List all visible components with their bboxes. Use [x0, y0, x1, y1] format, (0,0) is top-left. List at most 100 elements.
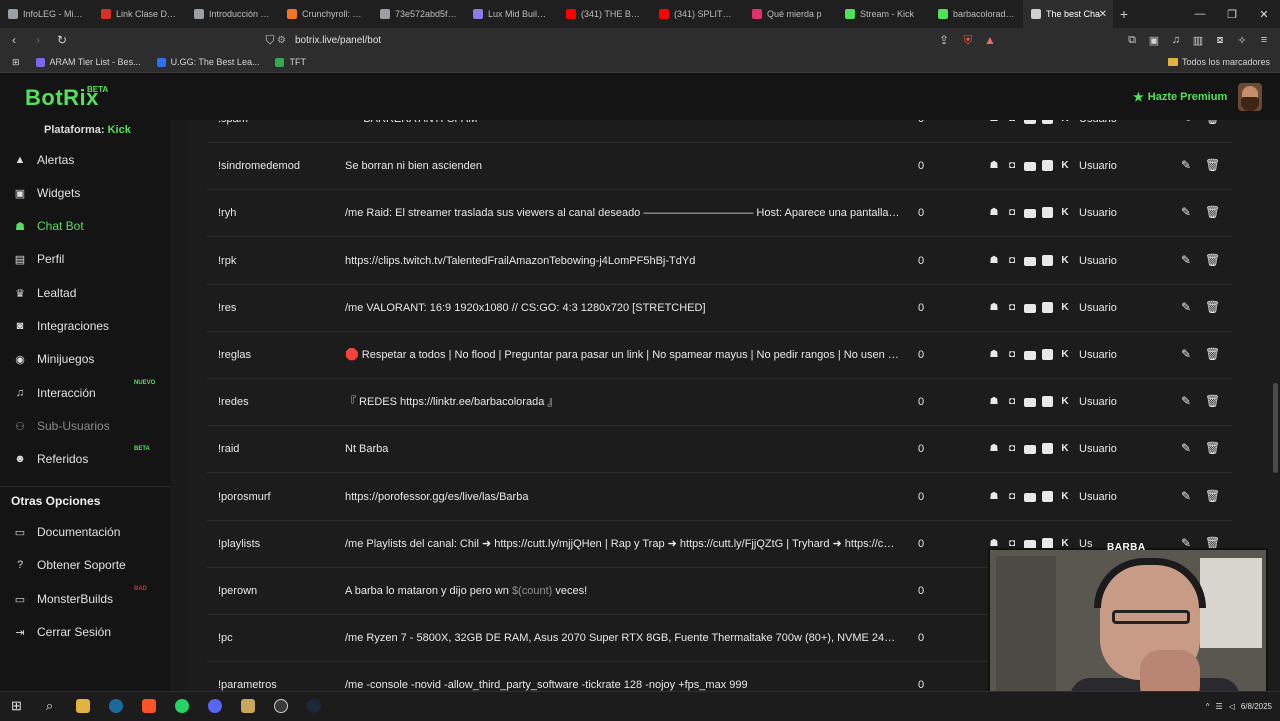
sidebar-item-minijuegos[interactable]: ◉ Minijuegos [0, 344, 170, 374]
discord-icon[interactable] [198, 692, 231, 721]
sidebar-item-lealtad[interactable]: ♛ Lealtad [0, 278, 170, 308]
browser-tab[interactable]: Introducción al D [186, 0, 279, 28]
share-icon[interactable]: ⇪ [934, 30, 954, 50]
bookmark-item[interactable]: TFT [267, 57, 314, 67]
edit-icon[interactable]: ✎ [1181, 300, 1191, 314]
command-uses: 0 [918, 632, 925, 645]
reload-icon[interactable]: ↻ [52, 30, 72, 50]
league-icon[interactable] [231, 692, 264, 721]
sidebar-item-cerrar-sesion[interactable]: ⇥ Cerrar Sesión [0, 617, 170, 647]
sidebar-item-perfil[interactable]: ▤ Perfil [0, 244, 170, 274]
edit-icon[interactable]: ✎ [1181, 441, 1191, 455]
bookmark-item[interactable]: U.GG: The Best Lea... [149, 57, 268, 67]
delete-icon[interactable]: 🗑 [1205, 253, 1220, 267]
taskbar-clock[interactable]: 6/8/2025 [1241, 702, 1272, 712]
edit-icon[interactable]: ✎ [1181, 489, 1191, 503]
command-role: Usuario [1079, 443, 1117, 456]
sidebar-item-widgets[interactable]: ▣ Widgets [0, 178, 170, 208]
tray-up-icon[interactable]: ^ [1206, 702, 1210, 711]
browser-tab[interactable]: barbacolorada S [930, 0, 1023, 28]
wallet-icon[interactable]: ▣ [1144, 34, 1164, 47]
browser-tab[interactable]: (341) SPLITPUSH [651, 0, 744, 28]
new-tab-button[interactable]: + [1113, 6, 1135, 22]
edit-icon[interactable]: ✎ [1181, 253, 1191, 267]
star-icon: ★ [1133, 90, 1144, 104]
browser-tab[interactable]: Crunchyroll: Wat [279, 0, 372, 28]
brave-rewards-icon[interactable]: ▲ [980, 30, 1000, 50]
sidebar-item-sub-usuarios[interactable]: ⚇ Sub-Usuarios [0, 411, 170, 441]
edit-icon[interactable]: ✎ [1181, 158, 1191, 172]
edit-icon[interactable]: ✎ [1181, 120, 1191, 125]
extensions-icon[interactable]: ⧉ [1122, 34, 1142, 47]
toolbar-icons: ⧉ ▣ ♫ ▥ ⧇ ✧ ≡ [1122, 28, 1280, 52]
all-bookmarks-button[interactable]: Todos los marcadores [1167, 57, 1280, 67]
delete-icon[interactable]: 🗑 [1205, 300, 1220, 314]
sidebar-item-monsterbuilds[interactable]: ▭ MonsterBuilds BAD [0, 584, 170, 614]
whatsapp-icon[interactable] [165, 692, 198, 721]
delete-icon[interactable]: 🗑 [1205, 205, 1220, 219]
browser-tab[interactable]: Link Clase Derech [93, 0, 186, 28]
close-icon[interactable]: ✕ [1248, 0, 1280, 28]
sidebar-item-alertas[interactable]: ▲ Alertas [0, 145, 170, 175]
browser-tab[interactable]: InfoLEG - Ministe [0, 0, 93, 28]
premium-button[interactable]: ★ Hazte Premium [1133, 90, 1227, 104]
browser-tab[interactable]: 73e572abd5f0.jp [372, 0, 465, 28]
kick-icon: K [1061, 207, 1069, 219]
command-uses: 0 [918, 443, 925, 456]
delete-icon[interactable]: 🗑 [1205, 347, 1220, 361]
delete-icon[interactable]: 🗑 [1205, 489, 1220, 503]
playlist-icon[interactable]: ♫ [1166, 34, 1186, 46]
sidebar-icon[interactable]: ▥ [1188, 34, 1208, 47]
delete-icon[interactable]: 🗑 [1205, 441, 1220, 455]
bookmark-item[interactable]: ARAM Tier List - Bes... [28, 57, 149, 67]
edit-icon[interactable]: ✎ [1181, 394, 1191, 408]
forward-icon[interactable]: › [28, 30, 48, 50]
steam-app-icon[interactable] [297, 692, 330, 721]
table-row: !res/me VALORANT: 16:9 1920x1080 // CS:G… [207, 285, 1232, 332]
obs-icon[interactable] [264, 692, 297, 721]
delete-icon[interactable]: 🗑 [1205, 394, 1220, 408]
browser-tab[interactable]: Qué mierda p [744, 0, 837, 28]
wifi-icon[interactable]: ☰ [1216, 702, 1223, 711]
menu-icon[interactable]: ≡ [1254, 34, 1274, 46]
apps-icon[interactable]: ⊞ [0, 57, 28, 68]
site-info-icon[interactable]: ⚙ [277, 35, 295, 46]
screenshot-icon[interactable]: ⧇ [1210, 34, 1230, 47]
sidebar-item-chat-bot[interactable]: ☗ Chat Bot [0, 211, 170, 241]
users-icon: ⚇ [15, 420, 25, 433]
command-role: Usuario [1079, 120, 1117, 143]
sidebar-item-integraciones[interactable]: ◙ Integraciones [0, 311, 170, 341]
sidebar-item-documentacion[interactable]: ▭ Documentación [0, 517, 170, 547]
edit-icon[interactable]: ✎ [1181, 205, 1191, 219]
youtube-icon [1024, 120, 1036, 124]
back-icon[interactable]: ‹ [4, 30, 24, 50]
browser-tab[interactable]: (341) THE BEST Y [558, 0, 651, 28]
edit-icon[interactable]: ✎ [1181, 347, 1191, 361]
book-icon: ▭ [14, 526, 26, 539]
start-icon[interactable]: ⊞ [0, 692, 33, 721]
avatar[interactable] [1238, 83, 1262, 111]
url-field[interactable]: ⚙ botrix.live/panel/bot [277, 30, 997, 50]
page-scrollbar[interactable] [1273, 383, 1278, 473]
sidebar-item-interaccion[interactable]: ♫ Interacción NUEVO [0, 378, 170, 408]
browser-tab-active[interactable]: The best Cha ✕ [1023, 0, 1113, 28]
other-options-title: Otras Opciones [11, 494, 101, 508]
maximize-icon[interactable]: ❐ [1216, 0, 1248, 28]
tab-close-icon[interactable]: ✕ [1099, 9, 1107, 20]
sidebar-item-referidos[interactable]: ☻ Referidos BETA [0, 444, 170, 474]
command-name: !res [218, 301, 237, 314]
file-explorer-icon[interactable] [66, 692, 99, 721]
leo-icon[interactable]: ✧ [1232, 34, 1252, 47]
brave-browser-icon[interactable] [132, 692, 165, 721]
sidebar-item-soporte[interactable]: ? Obtener Soporte [0, 550, 170, 580]
browser-tab[interactable]: Lux Mid Build Gu [465, 0, 558, 28]
steam-icon[interactable] [99, 692, 132, 721]
delete-icon[interactable]: 🗑 [1205, 158, 1220, 172]
volume-icon[interactable]: ◁ [1229, 702, 1235, 711]
delete-icon[interactable]: 🗑 [1205, 120, 1220, 125]
browser-tab[interactable]: Stream - Kick [837, 0, 930, 28]
minimize-icon[interactable]: — [1184, 0, 1216, 28]
brave-shield-icon[interactable]: ⛨ [958, 30, 978, 50]
search-icon[interactable]: ⌕ [33, 692, 66, 721]
command-uses: 0 [918, 490, 925, 503]
